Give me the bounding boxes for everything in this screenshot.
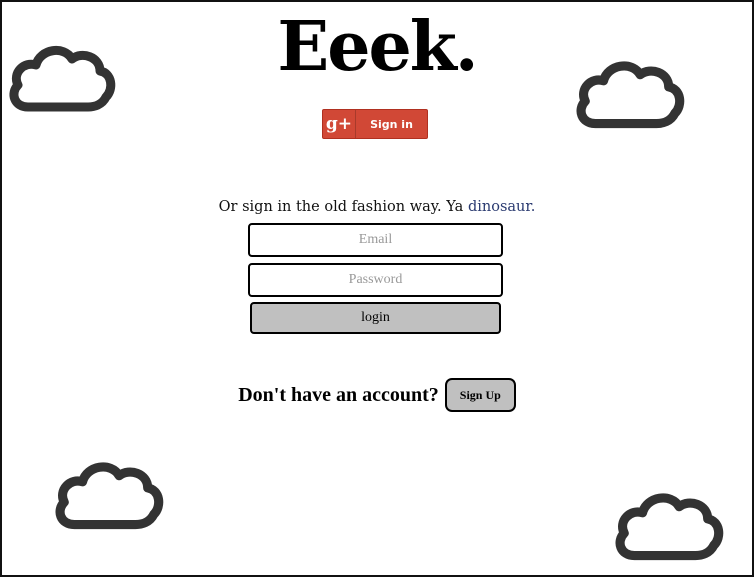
- page-frame: Eeek. g+ Sign in Or sign in the old fash…: [0, 0, 754, 577]
- google-signin-label: Sign in: [370, 117, 413, 131]
- app-logo: Eeek.: [277, 7, 478, 87]
- signup-row: Don't have an account? Sign Up: [2, 378, 752, 412]
- alt-signin-text: Or sign in the old fashion way. Ya: [218, 199, 468, 215]
- google-plus-icon: g+: [323, 110, 356, 138]
- login-button[interactable]: login: [250, 302, 501, 334]
- password-field[interactable]: [248, 263, 503, 297]
- email-field[interactable]: [248, 223, 503, 257]
- alt-signin-prompt: Or sign in the old fashion way. Ya dinos…: [2, 199, 752, 215]
- signup-button[interactable]: Sign Up: [444, 378, 516, 412]
- signup-question: Don't have an account?: [238, 383, 439, 406]
- dinosaur-text: dinosaur.: [467, 199, 536, 215]
- cloud-icon: [615, 493, 724, 561]
- cloud-icon: [55, 462, 164, 530]
- google-signin-button[interactable]: g+ Sign in: [322, 109, 428, 139]
